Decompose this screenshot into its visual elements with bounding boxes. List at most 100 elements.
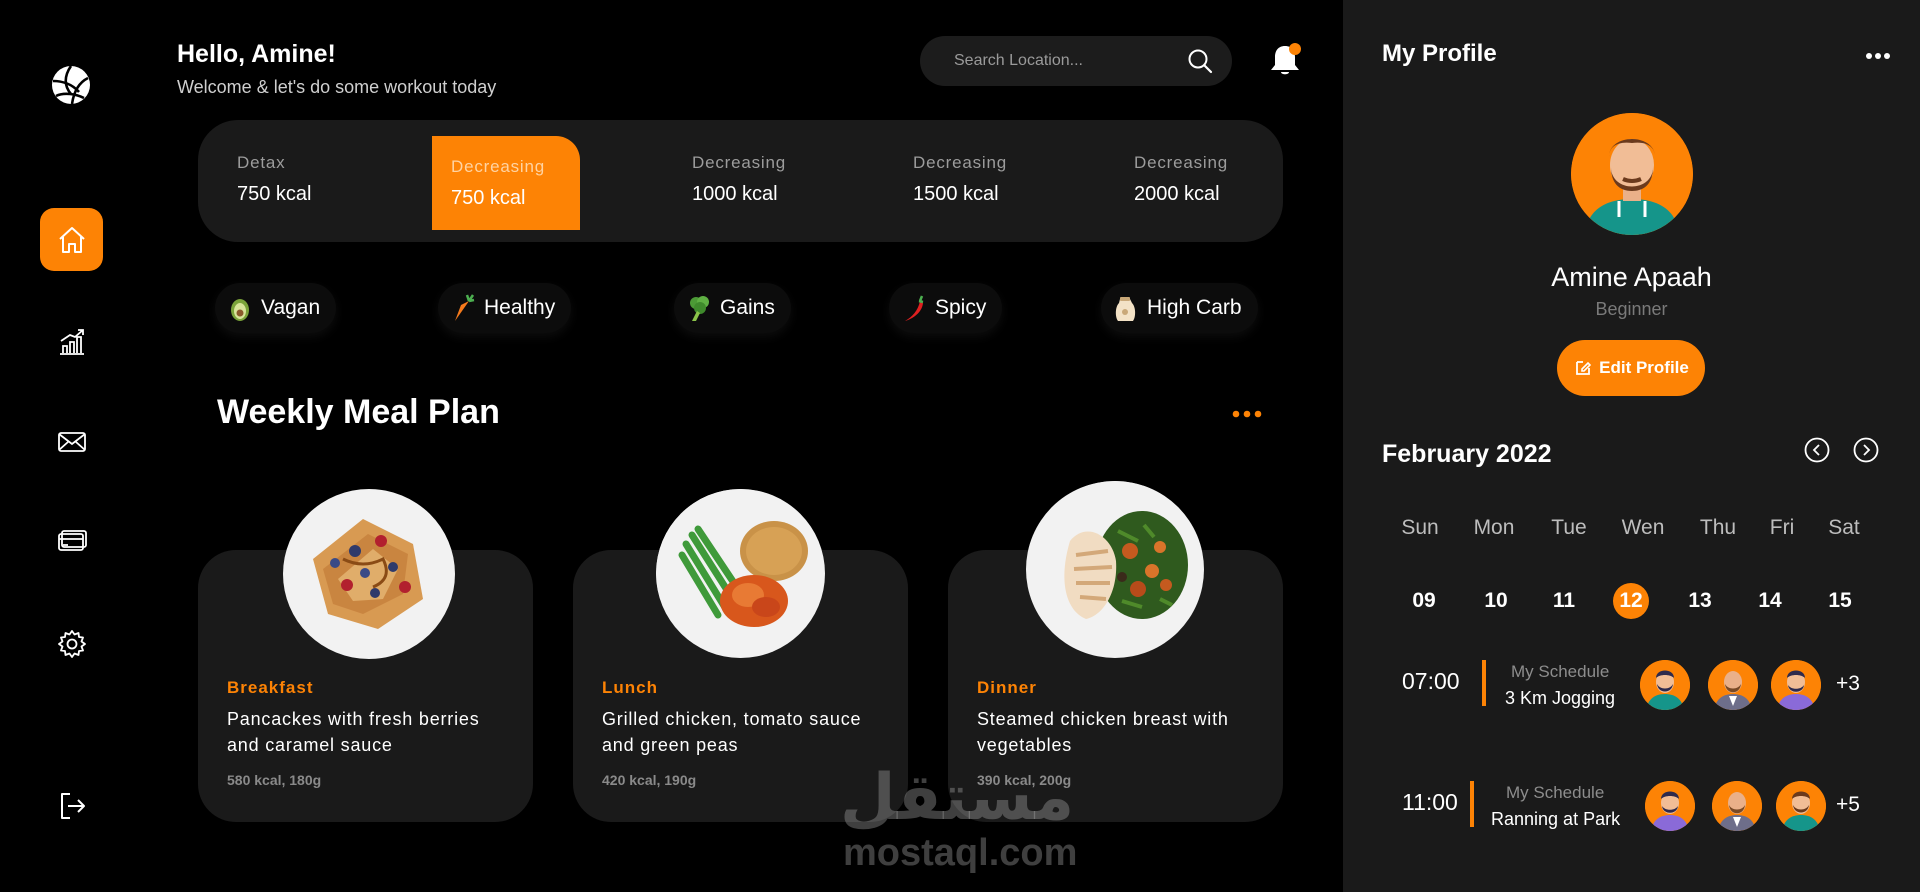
more-dots-icon[interactable] [1865, 50, 1891, 62]
meal-type: Dinner [977, 678, 1037, 697]
watermark-arabic: مستقل [840, 761, 1075, 833]
calendar-day[interactable]: 14 [1750, 583, 1790, 619]
category-chip-spicy[interactable]: Spicy [889, 283, 1003, 333]
avatar[interactable] [1645, 781, 1695, 831]
category-label: High Carb [1147, 296, 1242, 319]
calorie-label: Decreasing [1134, 153, 1228, 172]
carrot-icon [450, 293, 476, 323]
avatar[interactable] [1708, 660, 1758, 710]
profile-level: Beginner [1595, 299, 1668, 319]
nav-stats[interactable] [40, 310, 103, 373]
chicken-vegetables-plate-image [1026, 481, 1204, 658]
meal-name: Grilled chicken, tomato sauce and green … [602, 709, 862, 755]
calorie-value: 750 kcal [451, 187, 526, 209]
more-dots-icon[interactable] [1231, 404, 1263, 424]
avatar[interactable] [1771, 660, 1821, 710]
volleyball-logo[interactable] [50, 64, 92, 106]
schedule-divider [1470, 781, 1474, 827]
weekday-label: Sun [1401, 516, 1439, 539]
search-icon[interactable] [1186, 47, 1214, 75]
weekly-meal-plan-title: Weekly Meal Plan [217, 393, 500, 431]
sidebar [0, 0, 142, 892]
more-people-count[interactable]: +3 [1836, 672, 1860, 696]
chili-pepper-icon [901, 293, 927, 323]
calorie-label: Decreasing [692, 153, 786, 172]
schedule-label: My Schedule [1511, 662, 1610, 681]
profile-name: Amine Apaah [1551, 262, 1712, 292]
broccoli-icon [686, 293, 712, 323]
meal-type: Breakfast [227, 678, 314, 697]
nav-settings[interactable] [40, 612, 103, 675]
avocado-icon [227, 293, 253, 323]
meal-name: Pancackes with fresh berries and caramel… [227, 709, 480, 755]
avatar[interactable] [1571, 113, 1693, 235]
schedule-divider [1482, 660, 1486, 706]
pancake-plate-image [283, 489, 455, 659]
calendar-day[interactable]: 15 [1820, 583, 1860, 619]
nav-home[interactable] [40, 208, 103, 271]
calorie-plan-bar: Detax 750 kcal Decreasing 750 kcal Decre… [198, 120, 1283, 242]
meal-name: Steamed chicken breast with vegetables [977, 709, 1229, 755]
meal-info: 420 kcal, 190g [602, 772, 697, 788]
edit-profile-button[interactable]: Edit Profile [1557, 340, 1705, 396]
profile-panel: My Profile Amine Apaah Beginner Edit Pro… [1343, 0, 1920, 892]
calorie-label: Decreasing [913, 153, 1007, 172]
calorie-option-selected[interactable]: Decreasing 750 kcal [432, 136, 580, 230]
credit-card-icon [57, 529, 87, 551]
calendar-day[interactable]: 10 [1476, 583, 1516, 619]
category-label: Vagan [261, 296, 321, 319]
avatar[interactable] [1776, 781, 1826, 831]
watermark-latin: mostaql.com [843, 832, 1078, 874]
weekday-label: Tue [1551, 516, 1587, 539]
weekday-label: Thu [1699, 516, 1737, 539]
chevron-right-icon[interactable] [1853, 437, 1879, 463]
weekday-label: Mon [1473, 516, 1515, 539]
schedule-label: My Schedule [1506, 783, 1605, 802]
calorie-label: Detax [237, 153, 286, 172]
gear-icon [57, 629, 86, 658]
calendar-month: February 2022 [1382, 440, 1552, 468]
calendar-day-selected[interactable]: 12 [1613, 583, 1649, 619]
calendar-day[interactable]: 09 [1404, 583, 1444, 619]
calendar-day[interactable]: 11 [1544, 583, 1584, 619]
weekday-label: Sat [1828, 516, 1860, 539]
chicken-peas-plate-image [656, 489, 825, 658]
greeting-title: Hello, Amine! [177, 40, 336, 68]
weekday-label: Fri [1769, 516, 1795, 539]
calorie-value: 1000 kcal [692, 183, 778, 205]
greeting-subtitle: Welcome & let's do some workout today [177, 77, 497, 97]
avatar[interactable] [1712, 781, 1762, 831]
nav-mail[interactable] [40, 410, 103, 473]
edit-icon [1576, 361, 1592, 375]
calorie-value: 2000 kcal [1134, 183, 1220, 205]
meal-type: Lunch [602, 678, 658, 697]
schedule-activity: 3 Km Jogging [1505, 688, 1616, 708]
mail-icon [57, 431, 86, 452]
schedule-time: 07:00 [1402, 668, 1460, 694]
meal-info: 580 kcal, 180g [227, 772, 322, 788]
search-box [920, 36, 1232, 86]
avatar[interactable] [1640, 660, 1690, 710]
flour-sack-icon [1113, 293, 1139, 323]
search-input[interactable] [954, 52, 1186, 70]
chevron-left-icon[interactable] [1804, 437, 1830, 463]
calorie-value: 750 kcal [237, 183, 312, 205]
category-label: Gains [720, 296, 775, 319]
category-chip-vagan[interactable]: Vagan [215, 283, 337, 333]
category-label: Spicy [935, 296, 987, 319]
home-icon [58, 226, 85, 253]
calorie-value: 1500 kcal [913, 183, 999, 205]
more-people-count[interactable]: +5 [1836, 793, 1860, 817]
edit-profile-label: Edit Profile [1599, 358, 1689, 377]
calendar-day[interactable]: 13 [1680, 583, 1720, 619]
category-chip-high-carb[interactable]: High Carb [1101, 283, 1258, 333]
nav-payments[interactable] [40, 510, 103, 573]
logout-button[interactable] [40, 774, 103, 837]
profile-title: My Profile [1382, 40, 1497, 67]
weekday-label: Wen [1621, 516, 1665, 539]
chart-icon [59, 328, 84, 355]
category-chip-healthy[interactable]: Healthy [438, 283, 572, 333]
category-chip-gains[interactable]: Gains [674, 283, 791, 333]
schedule-time: 11:00 [1402, 789, 1458, 815]
category-label: Healthy [484, 296, 556, 319]
